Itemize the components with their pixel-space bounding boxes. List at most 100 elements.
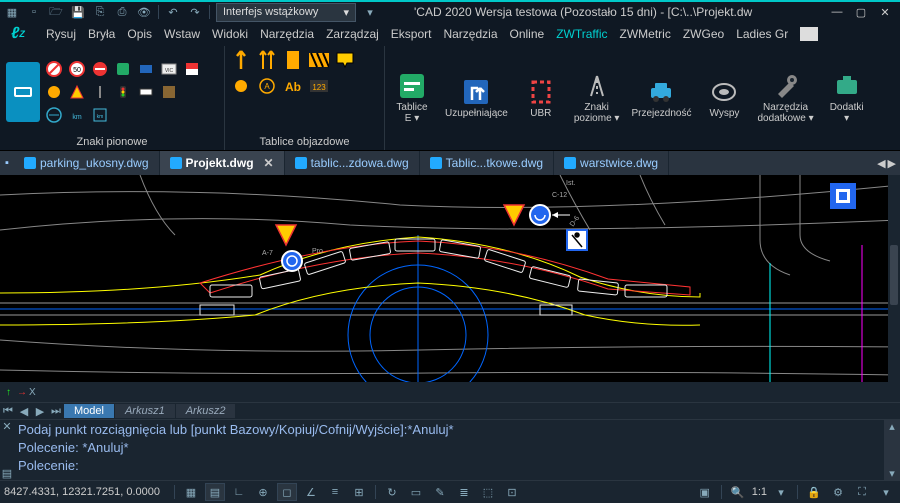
ribbon-narzedzia-dodatkowe[interactable]: Narzędziadodatkowe ▾	[751, 46, 819, 150]
sign-vic-icon[interactable]: VIC	[159, 59, 179, 79]
detour-arrow-up-icon[interactable]	[231, 50, 251, 70]
tab-parking_ukosny-dwg[interactable]: parking_ukosny.dwg	[14, 151, 160, 175]
detour-circle-icon[interactable]	[231, 76, 251, 96]
sb-grid-icon[interactable]: ▤	[205, 483, 225, 501]
tab-tablic-zdowa-dwg[interactable]: tablic...zdowa.dwg	[285, 151, 420, 175]
sign-speed50-icon[interactable]: 50	[67, 59, 87, 79]
qat-more-icon[interactable]: ▾	[362, 4, 378, 20]
qat-undo-icon[interactable]: ↶	[165, 4, 181, 20]
drawing-canvas[interactable]: A-7 Pro C-12 D-6 Ist.	[0, 175, 900, 382]
menu-zarządzaj[interactable]: Zarządzaj	[320, 24, 385, 44]
layout-next-icon[interactable]: ▶	[32, 405, 48, 418]
menu-eksport[interactable]: Eksport	[385, 24, 438, 44]
status-scale[interactable]: 1:1	[752, 486, 767, 498]
sign-work-icon[interactable]	[44, 82, 64, 102]
sb-model-icon[interactable]: ▭	[406, 483, 426, 501]
sign-direction-icon[interactable]	[136, 59, 156, 79]
sign-large-icon[interactable]	[6, 62, 40, 122]
tabs-scroll-left-icon[interactable]: ◀	[877, 157, 885, 170]
cmd-handle-icon[interactable]: ▤	[2, 467, 12, 480]
sb-tool2-icon[interactable]: ⊡	[502, 483, 522, 501]
sign-plate-icon[interactable]	[136, 82, 156, 102]
sb-lwt-icon[interactable]: ≡	[325, 483, 345, 501]
menu-widoki[interactable]: Widoki	[206, 24, 254, 44]
detour-stripes-icon[interactable]	[309, 50, 329, 70]
ribbon-uzupelniajace[interactable]: Uzupełniające	[439, 46, 514, 150]
cmd-toggle-icon[interactable]: ✕	[2, 420, 11, 433]
sign-prohibition-icon[interactable]	[44, 59, 64, 79]
sb-expand-icon[interactable]: ▾	[876, 483, 896, 501]
sign-warning-icon[interactable]	[67, 82, 87, 102]
tab-close-icon[interactable]: ✕	[264, 156, 274, 170]
qat-plot-icon[interactable]: ⎙	[114, 4, 130, 20]
sb-ann-icon[interactable]: ✎	[430, 483, 450, 501]
tab-Projekt-dwg[interactable]: Projekt.dwg✕	[160, 151, 285, 175]
ribbon-dodatki[interactable]: Dodatki▾	[820, 46, 874, 150]
detour-board-icon[interactable]	[283, 50, 303, 70]
layout-tab-model[interactable]: Model	[64, 404, 115, 418]
menu-overflow-icon[interactable]	[800, 27, 818, 41]
qat-app-icon[interactable]: ▦	[4, 4, 20, 20]
detour-ab-icon[interactable]: Ab	[283, 76, 303, 96]
qat-redo-icon[interactable]: ↷	[187, 4, 203, 20]
sb-modelspace-icon[interactable]: ▣	[695, 483, 715, 501]
sb-tool1-icon[interactable]: ⬚	[478, 483, 498, 501]
sb-max-icon[interactable]: ⛶	[852, 483, 872, 501]
sb-otrack-icon[interactable]: ∠	[301, 483, 321, 501]
sb-cycle-icon[interactable]: ↻	[382, 483, 402, 501]
app-logo[interactable]: ℓZ	[4, 24, 32, 44]
command-text[interactable]: Podaj punkt rozciągnięcia lub [punkt Baz…	[14, 420, 884, 480]
sb-scale-dd-icon[interactable]: ▾	[771, 483, 791, 501]
tabs-bullet-icon[interactable]: ▪	[0, 151, 14, 175]
ribbon-przejezdnosc[interactable]: Przejezdność	[625, 46, 697, 150]
detour-arrows-icon[interactable]	[257, 50, 277, 70]
qat-open-icon[interactable]: 🗁	[48, 4, 64, 20]
sign-tourist-icon[interactable]	[159, 82, 179, 102]
sign-light-icon[interactable]	[113, 82, 133, 102]
layout-tab-arkusz1[interactable]: Arkusz1	[115, 404, 176, 418]
sign-info-icon[interactable]	[113, 59, 133, 79]
sb-snap-icon[interactable]: ▦	[181, 483, 201, 501]
sign-km-icon[interactable]: km	[67, 105, 87, 125]
menu-wstaw[interactable]: Wstaw	[158, 24, 206, 44]
qat-save-icon[interactable]: 💾	[70, 4, 86, 20]
sb-layer-icon[interactable]: ≣	[454, 483, 474, 501]
sign-barrier-icon[interactable]	[44, 105, 64, 125]
close-button[interactable]: ✕	[874, 3, 896, 21]
workspace-dropdown[interactable]: Interfejs wstążkowy ▾	[216, 3, 356, 22]
sb-polar-icon[interactable]: ⊕	[253, 483, 273, 501]
sb-lock-icon[interactable]: 🔒	[804, 483, 824, 501]
menu-opis[interactable]: Opis	[121, 24, 158, 44]
scroll-up-icon[interactable]: ▴	[889, 420, 895, 433]
layout-prev-icon[interactable]: ◀	[16, 405, 32, 418]
ribbon-ubr[interactable]: UBR	[514, 46, 568, 150]
sb-gear-icon[interactable]: ⚙	[828, 483, 848, 501]
tab-warstwice-dwg[interactable]: warstwice.dwg	[554, 151, 669, 175]
ribbon-tablice-e[interactable]: TabliceE ▾	[385, 46, 439, 150]
sign-post-icon[interactable]	[90, 82, 110, 102]
menu-zwgeo[interactable]: ZWGeo	[677, 24, 730, 44]
sb-osnap-icon[interactable]: ◻	[277, 483, 297, 501]
menu-narzędzia[interactable]: Narzędzia	[254, 24, 320, 44]
layout-first-icon[interactable]: ⏮	[0, 405, 16, 418]
ribbon-znaki-poziome[interactable]: Znakipoziome ▾	[568, 46, 626, 150]
ribbon-wyspy[interactable]: Wyspy	[697, 46, 751, 150]
sign-noentry-icon[interactable]	[90, 59, 110, 79]
sb-ortho-icon[interactable]: ∟	[229, 483, 249, 501]
menu-narzędzia[interactable]: Narzędzia	[437, 24, 503, 44]
sb-dyn-icon[interactable]: ⊞	[349, 483, 369, 501]
menu-ladies gr[interactable]: Ladies Gr	[730, 24, 794, 44]
maximize-button[interactable]: ▢	[850, 3, 872, 21]
detour-123-icon[interactable]: 123	[309, 76, 329, 96]
menu-rysuj[interactable]: Rysuj	[40, 24, 82, 44]
detour-sign-icon[interactable]	[335, 50, 355, 70]
scroll-down-icon[interactable]: ▾	[889, 467, 895, 480]
menu-zwmetric[interactable]: ZWMetric	[614, 24, 677, 44]
layout-last-icon[interactable]: ⏭	[48, 405, 64, 418]
menu-zwtraffic[interactable]: ZWTraffic	[550, 24, 613, 44]
menu-online[interactable]: Online	[504, 24, 551, 44]
layout-tab-arkusz2[interactable]: Arkusz2	[176, 404, 237, 418]
command-scrollbar[interactable]: ▴ ▾	[884, 420, 900, 480]
tabs-scroll-right-icon[interactable]: ▶	[888, 157, 896, 170]
qat-preview-icon[interactable]: 👁	[136, 4, 152, 20]
